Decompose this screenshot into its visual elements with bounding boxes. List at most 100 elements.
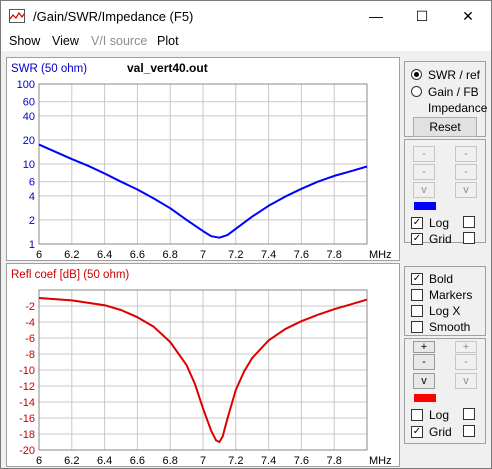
x-tick-label: 6.4 (97, 249, 112, 261)
y-tick-label: 4 (29, 191, 35, 203)
logx-checkbox[interactable]: Log X (411, 303, 460, 318)
radio-gain-indicator[interactable] (411, 86, 422, 97)
refl-log-box[interactable] (411, 408, 423, 421)
swr-grid-label: Grid (429, 231, 452, 246)
x-tick-label: 6.2 (64, 249, 79, 261)
x-tick-label: 6.8 (163, 455, 178, 467)
y-tick-label: -14 (19, 397, 35, 409)
bold-checkbox[interactable]: ✓ Bold (411, 271, 453, 286)
close-button[interactable]: ✕ (445, 1, 491, 31)
swr-shift-left[interactable]: v (413, 182, 435, 198)
y-tick-label: -16 (19, 413, 35, 425)
swr-scale-down-right[interactable]: - (455, 164, 477, 180)
x-tick-label: 7.8 (327, 455, 342, 467)
markers-box[interactable] (411, 288, 423, 301)
x-tick-label: 7.8 (327, 249, 342, 261)
swr-log-checkbox[interactable]: ✓ Log (411, 215, 449, 230)
x-tick-label: 7.2 (228, 455, 243, 467)
menu-bar: Show View V/I source Plot (0, 31, 492, 51)
swr-scale-down-left[interactable]: - (413, 164, 435, 180)
refl-shift-right[interactable]: v (455, 373, 477, 389)
radio-impedance-label: Impedance (428, 100, 488, 115)
y-tick-label: 60 (23, 97, 35, 109)
swr-grid-checkbox[interactable]: ✓ Grid (411, 231, 452, 246)
y-tick-label: -20 (19, 445, 35, 457)
x-tick-label: 7.6 (294, 455, 309, 467)
x-tick-label: 7.4 (261, 455, 276, 467)
swr-grid-box[interactable]: ✓ (411, 232, 423, 245)
swr-scale-panel: - - - - v v ✓ Log ✓ Grid (404, 139, 486, 246)
y-tick-label: -10 (19, 365, 35, 377)
x-tick-label: 7 (200, 455, 206, 467)
bold-box[interactable]: ✓ (411, 272, 423, 285)
window-title: /Gain/SWR/Impedance (F5) (33, 9, 194, 24)
refl-grid-box[interactable]: ✓ (411, 425, 423, 438)
refl-scale-down-left[interactable]: - (413, 354, 435, 370)
x-tick-label: 6.6 (130, 455, 145, 467)
x-tick-label: 7.2 (228, 249, 243, 261)
menu-vi-source[interactable]: V/I source (91, 34, 147, 48)
radio-gain[interactable]: Gain / FB (411, 84, 479, 99)
x-axis-unit: MHz (369, 455, 392, 467)
maximize-button[interactable]: ☐ (399, 1, 445, 31)
title-bar: /Gain/SWR/Impedance (F5) — ☐ ✕ (0, 0, 492, 31)
swr-chart: 6 6.2 6.4 6.6 6.8 7 7.2 7.4 7.6 7.8 MHz 1 2 4 6 10 20 40 6… (6, 57, 400, 261)
radio-impedance[interactable]: Impedance (411, 100, 487, 115)
refl-grid-label: Grid (429, 424, 452, 439)
x-tick-label: 6.4 (97, 455, 112, 467)
y-tick-label: -2 (25, 301, 35, 313)
swr-log-checkbox-2[interactable] (463, 216, 475, 228)
y-tick-label: 100 (17, 79, 35, 91)
refl-scale-up-left[interactable]: + (413, 341, 435, 353)
swr-scale-up-right[interactable]: - (455, 146, 477, 162)
client-area: 6 6.2 6.4 6.6 6.8 7 7.2 7.4 7.6 7.8 MHz 1 2 4 6 10 20 40 6… (0, 51, 492, 469)
refl-log-checkbox-2[interactable] (463, 408, 475, 420)
x-tick-label: 6.2 (64, 455, 79, 467)
menu-view[interactable]: View (52, 34, 79, 48)
refl-log-label: Log (429, 407, 450, 422)
y-axis-label: Refl coef [dB] (50 ohm) (11, 269, 129, 281)
swr-shift-right[interactable]: v (455, 182, 477, 198)
x-tick-label: 6.6 (130, 249, 145, 261)
swr-log-box[interactable]: ✓ (411, 216, 423, 229)
reset-button[interactable]: Reset (413, 117, 477, 137)
y-tick-label: -12 (19, 381, 35, 393)
x-tick-label: 7.6 (294, 249, 309, 261)
refl-grid-checkbox[interactable]: ✓ Grid (411, 424, 452, 439)
logx-box[interactable] (411, 304, 423, 317)
refl-shift-left[interactable]: v (413, 373, 435, 389)
y-tick-label: 2 (29, 215, 35, 227)
y-tick-label: 40 (23, 111, 35, 123)
refl-scale-panel: + + - - v v Log ✓ Grid (404, 338, 486, 444)
swr-grid-checkbox-2[interactable] (463, 232, 475, 244)
minimize-button[interactable]: — (353, 1, 399, 31)
radio-swr-indicator[interactable] (411, 69, 422, 80)
radio-swr[interactable]: SWR / ref (411, 67, 480, 82)
refl-grid-checkbox-2[interactable] (463, 425, 475, 437)
y-tick-label: -8 (25, 349, 35, 361)
y-axis-label: SWR (50 ohm) (11, 63, 87, 75)
refl-scale-down-right[interactable]: - (455, 354, 477, 370)
refl-series-color[interactable] (414, 394, 436, 402)
y-tick-label: -18 (19, 429, 35, 441)
x-tick-label: 7.4 (261, 249, 276, 261)
bold-label: Bold (429, 271, 454, 286)
y-tick-label: 6 (29, 177, 35, 189)
logx-label: Log X (429, 303, 461, 318)
refl-log-checkbox[interactable]: Log (411, 407, 449, 422)
smooth-checkbox[interactable]: Smooth (411, 319, 470, 334)
y-tick-label: -4 (25, 317, 35, 329)
radio-gain-label: Gain / FB (428, 84, 479, 99)
swr-series-color[interactable] (414, 202, 436, 210)
markers-checkbox[interactable]: Markers (411, 287, 472, 302)
y-tick-label: 1 (29, 239, 35, 251)
smooth-box[interactable] (411, 320, 423, 333)
menu-show[interactable]: Show (9, 34, 40, 48)
swr-scale-up-left[interactable]: - (413, 146, 435, 162)
y-tick-label: 20 (23, 135, 35, 147)
refl-scale-up-right[interactable]: + (455, 341, 477, 353)
y-tick-label: 10 (23, 159, 35, 171)
menu-plot[interactable]: Plot (157, 34, 179, 48)
chart-title: val_vert40.out (127, 61, 208, 75)
x-tick-label: 6 (36, 455, 42, 467)
